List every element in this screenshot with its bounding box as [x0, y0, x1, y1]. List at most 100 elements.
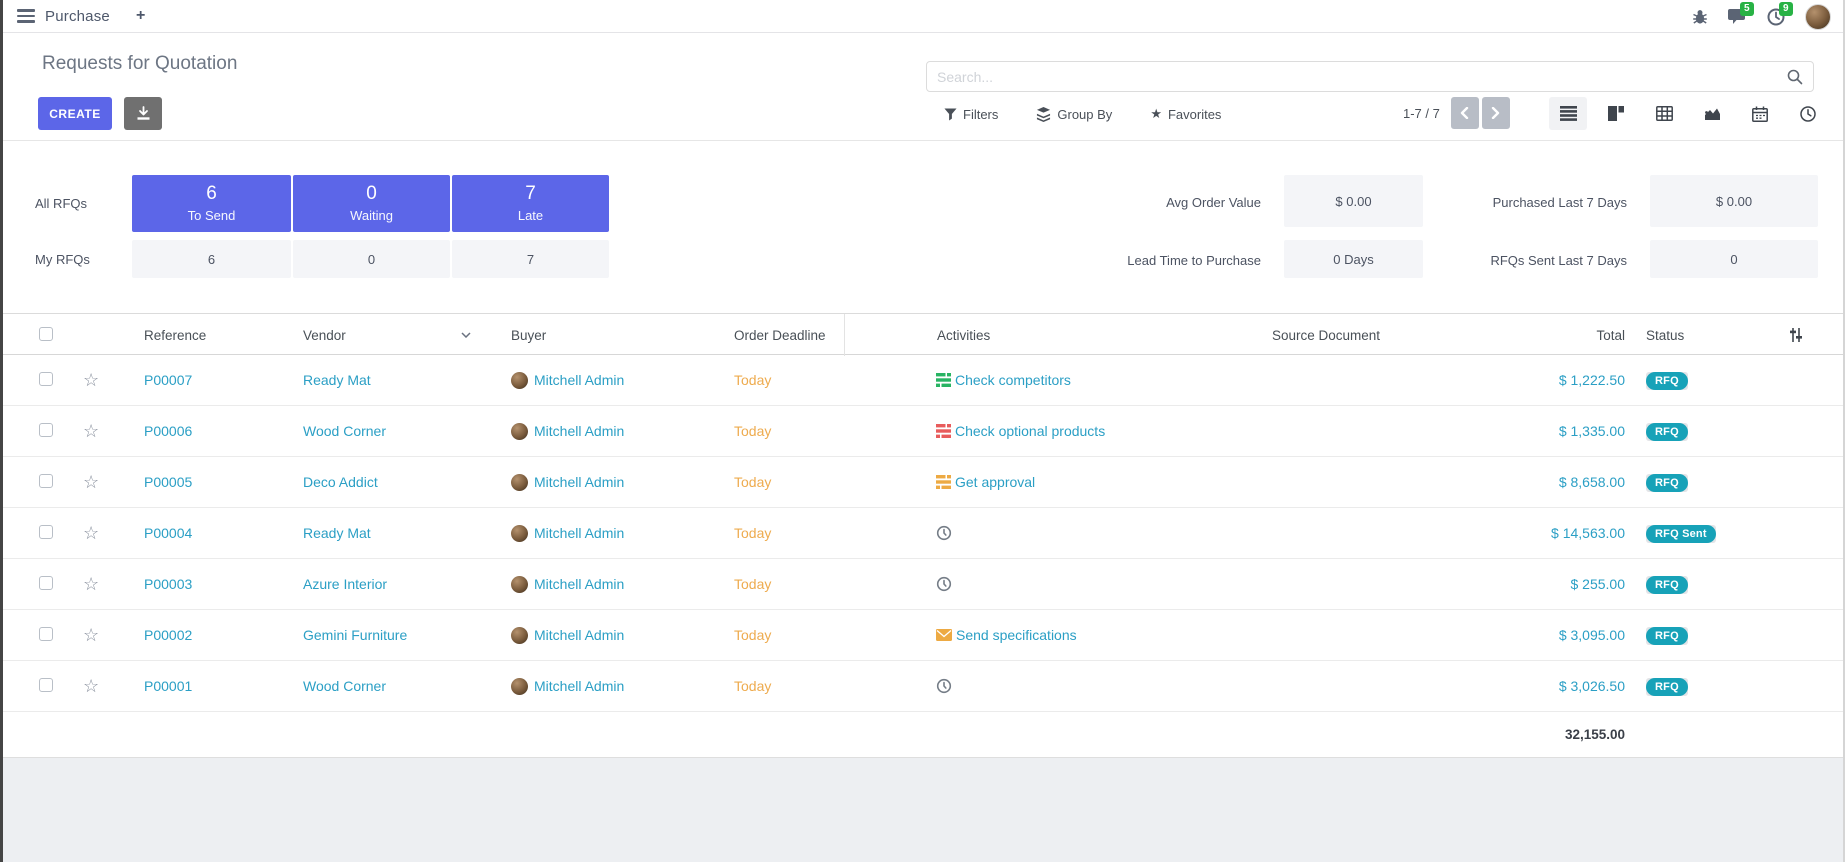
- rfq-vendor[interactable]: Ready Mat: [267, 372, 503, 388]
- rfq-vendor[interactable]: Wood Corner: [267, 678, 503, 694]
- rfq-total[interactable]: $ 1,222.50: [1469, 372, 1625, 388]
- row-checkbox[interactable]: [39, 627, 53, 641]
- my-to-send-count[interactable]: 6: [132, 240, 291, 278]
- header-source-document[interactable]: Source Document: [1183, 328, 1469, 343]
- rfq-activity[interactable]: Get approval: [844, 474, 1183, 490]
- rfq-activity[interactable]: [844, 576, 1183, 592]
- rfq-reference[interactable]: P00005: [107, 474, 267, 490]
- card-late[interactable]: 7 Late: [452, 175, 609, 232]
- favorite-star-icon[interactable]: ☆: [83, 676, 99, 696]
- header-vendor[interactable]: Vendor: [267, 328, 503, 343]
- header-order-deadline[interactable]: Order Deadline: [732, 328, 844, 343]
- rfq-vendor[interactable]: Azure Interior: [267, 576, 503, 592]
- messages-icon[interactable]: 5: [1728, 8, 1747, 25]
- rfq-buyer[interactable]: Mitchell Admin: [503, 423, 732, 440]
- rfq-total[interactable]: $ 14,563.00: [1469, 525, 1625, 541]
- rfq-order-deadline[interactable]: Today: [732, 576, 844, 592]
- rfq-vendor[interactable]: Deco Addict: [267, 474, 503, 490]
- table-row[interactable]: ☆ P00003 Azure Interior Mitchell Admin T…: [3, 559, 1843, 610]
- favorite-star-icon[interactable]: ☆: [83, 625, 99, 645]
- rfq-order-deadline[interactable]: Today: [732, 678, 844, 694]
- rfq-vendor[interactable]: Gemini Furniture: [267, 627, 503, 643]
- favorite-star-icon[interactable]: ☆: [83, 574, 99, 594]
- rfq-reference[interactable]: P00004: [107, 525, 267, 541]
- rfq-buyer[interactable]: Mitchell Admin: [503, 627, 732, 644]
- rfq-total[interactable]: $ 3,095.00: [1469, 627, 1625, 643]
- rfq-total[interactable]: $ 3,026.50: [1469, 678, 1625, 694]
- debug-bug-icon[interactable]: [1692, 9, 1708, 25]
- favorite-star-icon[interactable]: ☆: [83, 421, 99, 441]
- select-all-checkbox[interactable]: [39, 327, 53, 341]
- row-checkbox[interactable]: [39, 678, 53, 692]
- rfq-activity[interactable]: Check competitors: [844, 372, 1183, 388]
- card-waiting[interactable]: 0 Waiting: [293, 175, 450, 232]
- rfq-order-deadline[interactable]: Today: [732, 474, 844, 490]
- rfq-activity[interactable]: [844, 678, 1183, 694]
- app-name[interactable]: Purchase: [45, 8, 110, 25]
- favorite-star-icon[interactable]: ☆: [83, 472, 99, 492]
- table-row[interactable]: ☆ P00006 Wood Corner Mitchell Admin Toda…: [3, 406, 1843, 457]
- rfq-vendor[interactable]: Ready Mat: [267, 525, 503, 541]
- row-checkbox[interactable]: [39, 423, 53, 437]
- table-row[interactable]: ☆ P00004 Ready Mat Mitchell Admin Today …: [3, 508, 1843, 559]
- rfq-order-deadline[interactable]: Today: [732, 525, 844, 541]
- table-row[interactable]: ☆ P00001 Wood Corner Mitchell Admin Toda…: [3, 661, 1843, 712]
- rfq-buyer[interactable]: Mitchell Admin: [503, 525, 732, 542]
- rfq-reference[interactable]: P00003: [107, 576, 267, 592]
- header-buyer[interactable]: Buyer: [503, 328, 732, 343]
- rfq-activity[interactable]: [844, 525, 1183, 541]
- filters-button[interactable]: Filters: [944, 107, 998, 122]
- rfq-reference[interactable]: P00002: [107, 627, 267, 643]
- export-button[interactable]: [124, 97, 162, 130]
- new-tab-button[interactable]: +: [136, 7, 145, 25]
- rfq-total[interactable]: $ 255.00: [1469, 576, 1625, 592]
- my-late-count[interactable]: 7: [452, 240, 609, 278]
- rfq-order-deadline[interactable]: Today: [732, 423, 844, 439]
- rfq-order-deadline[interactable]: Today: [732, 372, 844, 388]
- favorites-button[interactable]: ★ Favorites: [1150, 106, 1221, 122]
- rfq-buyer[interactable]: Mitchell Admin: [503, 678, 732, 695]
- row-checkbox[interactable]: [39, 474, 53, 488]
- rfq-vendor[interactable]: Wood Corner: [267, 423, 503, 439]
- card-to-send[interactable]: 6 To Send: [132, 175, 291, 232]
- table-row[interactable]: ☆ P00002 Gemini Furniture Mitchell Admin…: [3, 610, 1843, 661]
- header-reference[interactable]: Reference: [107, 328, 267, 343]
- rfq-buyer[interactable]: Mitchell Admin: [503, 372, 732, 389]
- list-view-button[interactable]: [1549, 97, 1587, 130]
- row-checkbox[interactable]: [39, 372, 53, 386]
- activities-clock-icon[interactable]: 9: [1767, 8, 1785, 26]
- rfq-total[interactable]: $ 8,658.00: [1469, 474, 1625, 490]
- search-input[interactable]: [927, 69, 1787, 85]
- pager-previous-button[interactable]: [1451, 97, 1479, 129]
- rfq-buyer[interactable]: Mitchell Admin: [503, 576, 732, 593]
- rfq-activity[interactable]: Send specifications: [844, 627, 1183, 643]
- rfq-total[interactable]: $ 1,335.00: [1469, 423, 1625, 439]
- rfq-reference[interactable]: P00007: [107, 372, 267, 388]
- favorite-star-icon[interactable]: ☆: [83, 523, 99, 543]
- kanban-view-button[interactable]: [1597, 97, 1635, 130]
- activity-view-button[interactable]: [1789, 97, 1827, 130]
- rfq-activity[interactable]: Check optional products: [844, 423, 1183, 439]
- table-row[interactable]: ☆ P00007 Ready Mat Mitchell Admin Today …: [3, 355, 1843, 406]
- my-waiting-count[interactable]: 0: [293, 240, 450, 278]
- calendar-view-button[interactable]: [1741, 97, 1779, 130]
- group-by-button[interactable]: Group By: [1036, 107, 1112, 122]
- header-total[interactable]: Total: [1469, 328, 1625, 343]
- row-checkbox[interactable]: [39, 576, 53, 590]
- search-icon[interactable]: [1787, 69, 1803, 85]
- header-activities[interactable]: Activities: [844, 314, 1183, 356]
- create-button[interactable]: CREATE: [38, 97, 112, 130]
- rfq-order-deadline[interactable]: Today: [732, 627, 844, 643]
- header-status[interactable]: Status: [1625, 328, 1755, 343]
- user-avatar[interactable]: [1805, 4, 1831, 30]
- apps-menu-icon[interactable]: [17, 6, 35, 26]
- rfq-buyer[interactable]: Mitchell Admin: [503, 474, 732, 491]
- table-row[interactable]: ☆ P00005 Deco Addict Mitchell Admin Toda…: [3, 457, 1843, 508]
- pager-next-button[interactable]: [1482, 97, 1510, 129]
- optional-columns-button[interactable]: [1755, 327, 1843, 343]
- rfq-reference[interactable]: P00006: [107, 423, 267, 439]
- graph-view-button[interactable]: [1693, 97, 1731, 130]
- pivot-view-button[interactable]: [1645, 97, 1683, 130]
- favorite-star-icon[interactable]: ☆: [83, 370, 99, 390]
- rfq-reference[interactable]: P00001: [107, 678, 267, 694]
